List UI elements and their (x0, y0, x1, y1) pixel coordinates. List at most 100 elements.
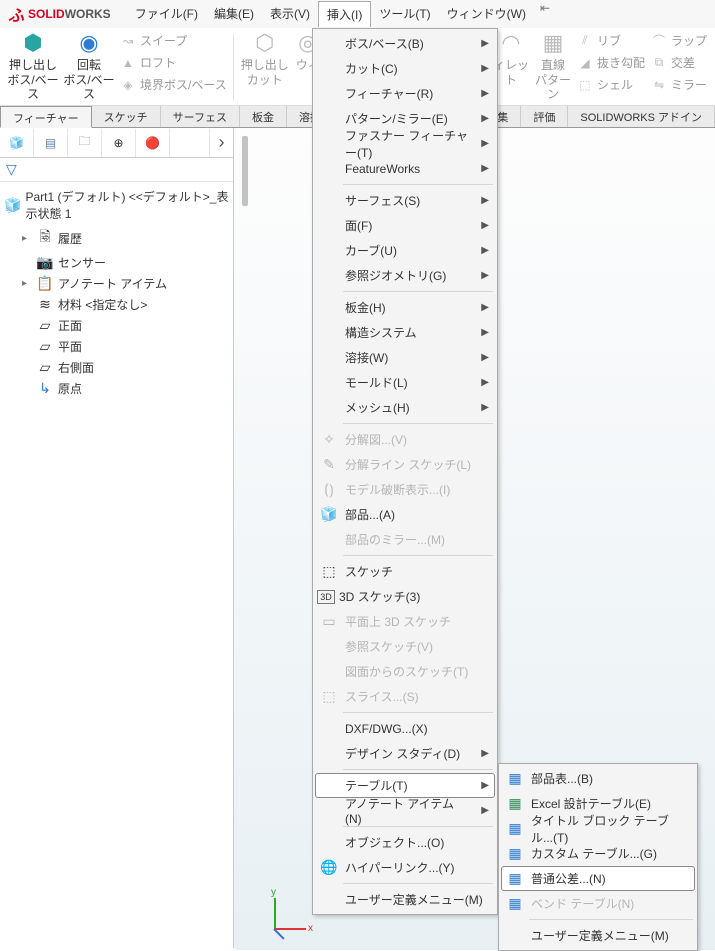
table-menu-item-2[interactable]: ▦タイトル ブロック テーブル...(T) (501, 816, 695, 841)
ribbon-rib[interactable]: ⫽リブ (575, 30, 647, 51)
table-menu-item-5: ▦ベンド テーブル(N) (501, 891, 695, 916)
ribbon-loft[interactable]: ▲ロフト (118, 52, 229, 73)
property-tab[interactable]: ▤ (34, 129, 68, 157)
ribbon-linear-pattern[interactable]: ▦ 直線 パターン (533, 30, 573, 105)
table-menu-item-3[interactable]: ▦カスタム テーブル...(G) (501, 841, 695, 866)
insert-menu-item-21[interactable]: 🧊部品...(A) (315, 502, 495, 527)
table-menu-item-7[interactable]: ユーザー定義メニュー(M) (501, 923, 695, 948)
pin-icon[interactable]: ⇤ (540, 1, 550, 27)
insert-menu-item-2[interactable]: フィーチャー(R)▶ (315, 81, 495, 106)
brk-icon: ⟮⟯ (317, 481, 341, 498)
draft-icon: ◢ (577, 56, 593, 70)
ribbon-shell[interactable]: ⬚シェル (575, 74, 647, 95)
tab-features[interactable]: フィーチャー (0, 106, 92, 128)
insert-menu-item-25[interactable]: 3D3D スケッチ(3) (315, 584, 495, 609)
insert-menu-item-9[interactable]: カーブ(U)▶ (315, 238, 495, 263)
insert-menu-item-label: 図面からのスケッチ(T) (341, 663, 489, 680)
table-menu-item-0[interactable]: ▦部品表...(B) (501, 766, 695, 791)
insert-menu-item-15[interactable]: モールド(L)▶ (315, 370, 495, 395)
feature-tree: 🧊 Part1 (デフォルト) <<デフォルト>_表示状態 1 ▸🗟履歴 📷セン… (0, 182, 233, 403)
tab-sketch[interactable]: スケッチ (92, 106, 161, 127)
menu-insert[interactable]: 挿入(I) (318, 1, 371, 27)
insert-menu-item-10[interactable]: 参照ジオメトリ(G)▶ (315, 263, 495, 288)
tree-sensors[interactable]: 📷センサー (20, 252, 231, 273)
insert-menu-item-label: モデル破断表示...(I) (341, 481, 489, 498)
insert-menu-item-label: FeatureWorks (341, 162, 469, 176)
3d-icon: 3D (317, 590, 335, 604)
insert-menu-item-32[interactable]: デザイン スタディ(D)▶ (315, 741, 495, 766)
insert-menu-item-label: 分解図...(V) (341, 431, 489, 448)
insert-menu-item-27: 参照スケッチ(V) (315, 634, 495, 659)
ribbon-wrap[interactable]: ⌒ラップ (649, 30, 709, 51)
feature-manager-panel: 🧊 ▤ 🗀 ⊕ 🔴 › ▽ 🧊 Part1 (デフォルト) <<デフォルト>_表… (0, 128, 234, 948)
insert-menu-separator (343, 555, 493, 556)
menu-window[interactable]: ウィンドウ(W) (439, 1, 534, 27)
ribbon-intersect[interactable]: ⧉交差 (649, 52, 709, 73)
insert-menu-item-16[interactable]: メッシュ(H)▶ (315, 395, 495, 420)
submenu-arrow-icon: ▶ (481, 245, 489, 256)
exp-icon: ✧ (317, 431, 341, 448)
appearance-tab[interactable]: 🔴 (136, 129, 170, 157)
insert-menu-item-label: DXF/DWG...(X) (341, 722, 489, 736)
insert-menu-item-38[interactable]: 🌐ハイパーリンク...(Y) (315, 855, 495, 880)
submenu-arrow-icon: ▶ (481, 327, 489, 338)
insert-menu-item-35[interactable]: アノテート アイテム(N)▶ (315, 798, 495, 823)
expand-icon[interactable]: ▸ (22, 278, 32, 289)
loft-icon: ▲ (120, 56, 136, 70)
table-menu-item-4[interactable]: ▦普通公差...(N) (501, 866, 695, 891)
tree-top-plane[interactable]: ▱平面 (20, 336, 231, 357)
table-menu-item-label: カスタム テーブル...(G) (527, 845, 689, 862)
linear-pattern-icon: ▦ (543, 30, 564, 56)
rollback-bar[interactable] (242, 136, 248, 206)
menu-view[interactable]: 表示(V) (262, 1, 318, 27)
tree-right-plane[interactable]: ▱右側面 (20, 357, 231, 378)
ribbon-mirror[interactable]: ⇋ミラー (649, 74, 709, 95)
filter-bar[interactable]: ▽ (0, 158, 233, 182)
feature-tree-tab[interactable]: 🧊 (0, 129, 34, 157)
config-tab[interactable]: 🗀 (68, 129, 102, 157)
insert-menu-item-14[interactable]: 溶接(W)▶ (315, 345, 495, 370)
ribbon-draft[interactable]: ◢抜き勾配 (575, 52, 647, 73)
menu-bar: ファイル(F) 編集(E) 表示(V) 挿入(I) ツール(T) ウィンドウ(W… (127, 1, 550, 27)
insert-menu-item-8[interactable]: 面(F)▶ (315, 213, 495, 238)
bt-icon: ▦ (503, 895, 527, 912)
tab-evaluate[interactable]: 評価 (521, 106, 568, 127)
insert-menu-item-label: 面(F) (341, 217, 469, 234)
tree-origin[interactable]: ↳原点 (20, 378, 231, 399)
insert-menu-item-1[interactable]: カット(C)▶ (315, 56, 495, 81)
submenu-arrow-icon: ▶ (481, 377, 489, 388)
expand-panel-icon[interactable]: › (209, 129, 233, 157)
tab-surfaces[interactable]: サーフェス (161, 106, 240, 127)
dim-tab[interactable]: ⊕ (102, 129, 136, 157)
insert-menu-separator (343, 712, 493, 713)
insert-menu-item-7[interactable]: サーフェス(S)▶ (315, 188, 495, 213)
menu-edit[interactable]: 編集(E) (206, 1, 262, 27)
xl-icon: ▦ (503, 795, 527, 812)
tree-front-plane[interactable]: ▱正面 (20, 315, 231, 336)
tree-material[interactable]: ≋材料 <指定なし> (20, 294, 231, 315)
tree-root[interactable]: 🧊 Part1 (デフォルト) <<デフォルト>_表示状態 1 (2, 186, 231, 224)
ribbon-extrude-cut[interactable]: ⬡ 押し出し カット (238, 30, 292, 105)
extrude-cut-icon: ⬡ (255, 30, 274, 56)
ribbon-sweep[interactable]: ↝スイープ (118, 30, 229, 51)
insert-menu-item-0[interactable]: ボス/ベース(B)▶ (315, 31, 495, 56)
expand-icon[interactable]: ▸ (22, 233, 32, 244)
menu-file[interactable]: ファイル(F) (127, 1, 206, 27)
insert-menu-item-31[interactable]: DXF/DWG...(X) (315, 716, 495, 741)
tree-annotations[interactable]: ▸📋アノテート アイテム (20, 273, 231, 294)
insert-menu-item-24[interactable]: ⬚スケッチ (315, 559, 495, 584)
tab-addins[interactable]: SOLIDWORKS アドイン (568, 106, 715, 127)
insert-menu-item-4[interactable]: ファスナー フィーチャー(T)▶ (315, 131, 495, 156)
menu-tool[interactable]: ツール(T) (371, 1, 438, 27)
fillet-icon: ◠ (501, 30, 520, 56)
ribbon-revolve-boss[interactable]: ◉ 回転 ボス/ベース (62, 30, 116, 105)
insert-menu-item-37[interactable]: オブジェクト...(O) (315, 830, 495, 855)
insert-menu-item-13[interactable]: 構造システム▶ (315, 320, 495, 345)
panel-tabs: 🧊 ▤ 🗀 ⊕ 🔴 › (0, 128, 233, 158)
tab-sheetmetal[interactable]: 板金 (240, 106, 287, 127)
ribbon-boundary[interactable]: ◈境界ボス/ベース (118, 74, 229, 95)
insert-menu-item-12[interactable]: 板金(H)▶ (315, 295, 495, 320)
tree-history[interactable]: ▸🗟履歴 (20, 224, 231, 252)
insert-menu-item-40[interactable]: ユーザー定義メニュー(M) (315, 887, 495, 912)
ribbon-extrude-boss[interactable]: ⬢ 押し出し ボス/ベース (6, 30, 60, 105)
